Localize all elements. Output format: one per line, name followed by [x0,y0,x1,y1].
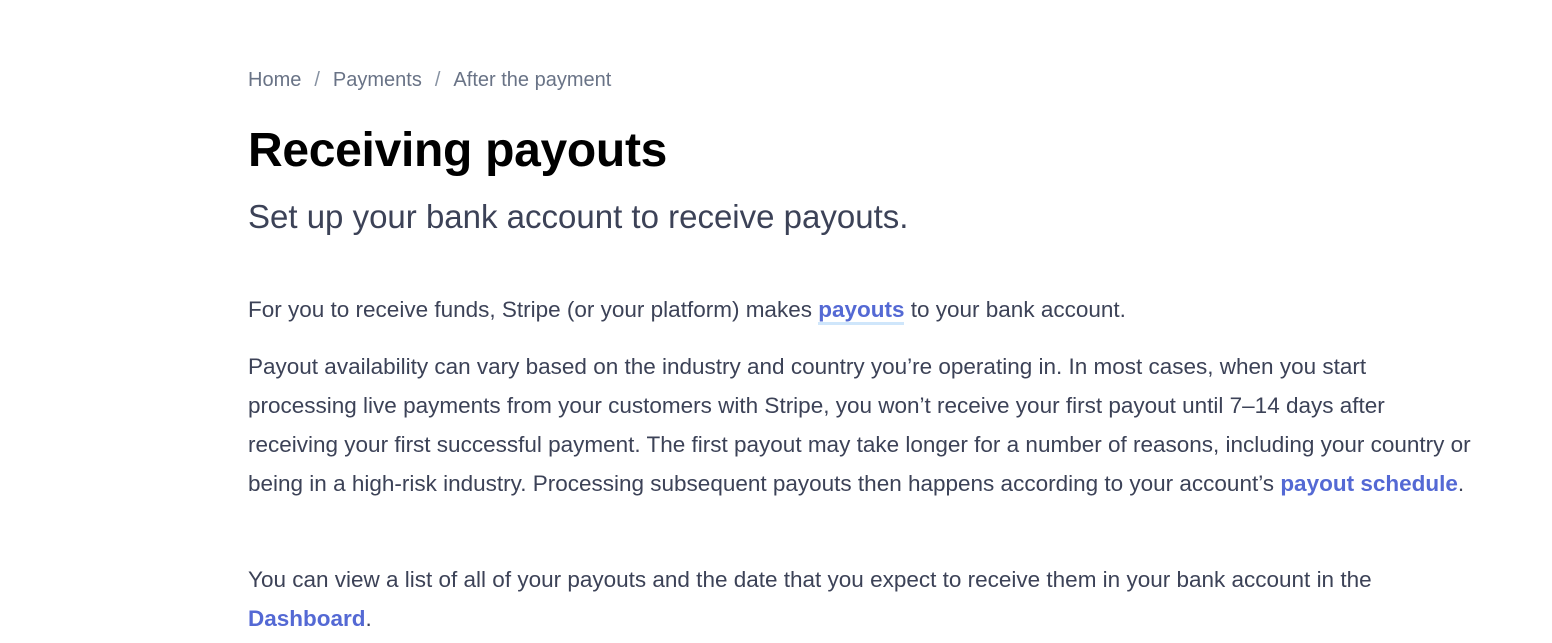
paragraph-text: . [365,606,372,631]
payout-schedule-link[interactable]: payout schedule [1280,471,1458,496]
breadcrumb-payments-link[interactable]: Payments [333,69,422,91]
paragraph-dashboard: You can view a list of all of your payou… [248,560,1478,638]
breadcrumb-after-payment-link[interactable]: After the payment [453,69,611,91]
paragraph-text: . [1457,471,1465,496]
dashboard-link[interactable]: Dashboard [248,606,366,631]
paragraph-text: You can view a list of all of your payou… [248,567,1372,592]
paragraph-intro: For you to receive funds, Stripe (or you… [248,290,1478,329]
paragraph-text: For you to receive funds, Stripe (or you… [248,297,819,322]
breadcrumb-separator: / [314,69,320,91]
breadcrumb-separator: / [434,69,441,91]
breadcrumb-home-link[interactable]: Home [248,69,301,91]
page-title: Receiving payouts [248,124,668,177]
payouts-link[interactable]: payouts [818,297,905,325]
paragraph-text: to your bank account. [904,297,1126,322]
page-subtitle: Set up your bank account to receive payo… [248,198,909,235]
breadcrumb: Home / Payments / After the payment [248,66,611,94]
paragraph-availability: Payout availability can vary based on th… [248,347,1478,503]
